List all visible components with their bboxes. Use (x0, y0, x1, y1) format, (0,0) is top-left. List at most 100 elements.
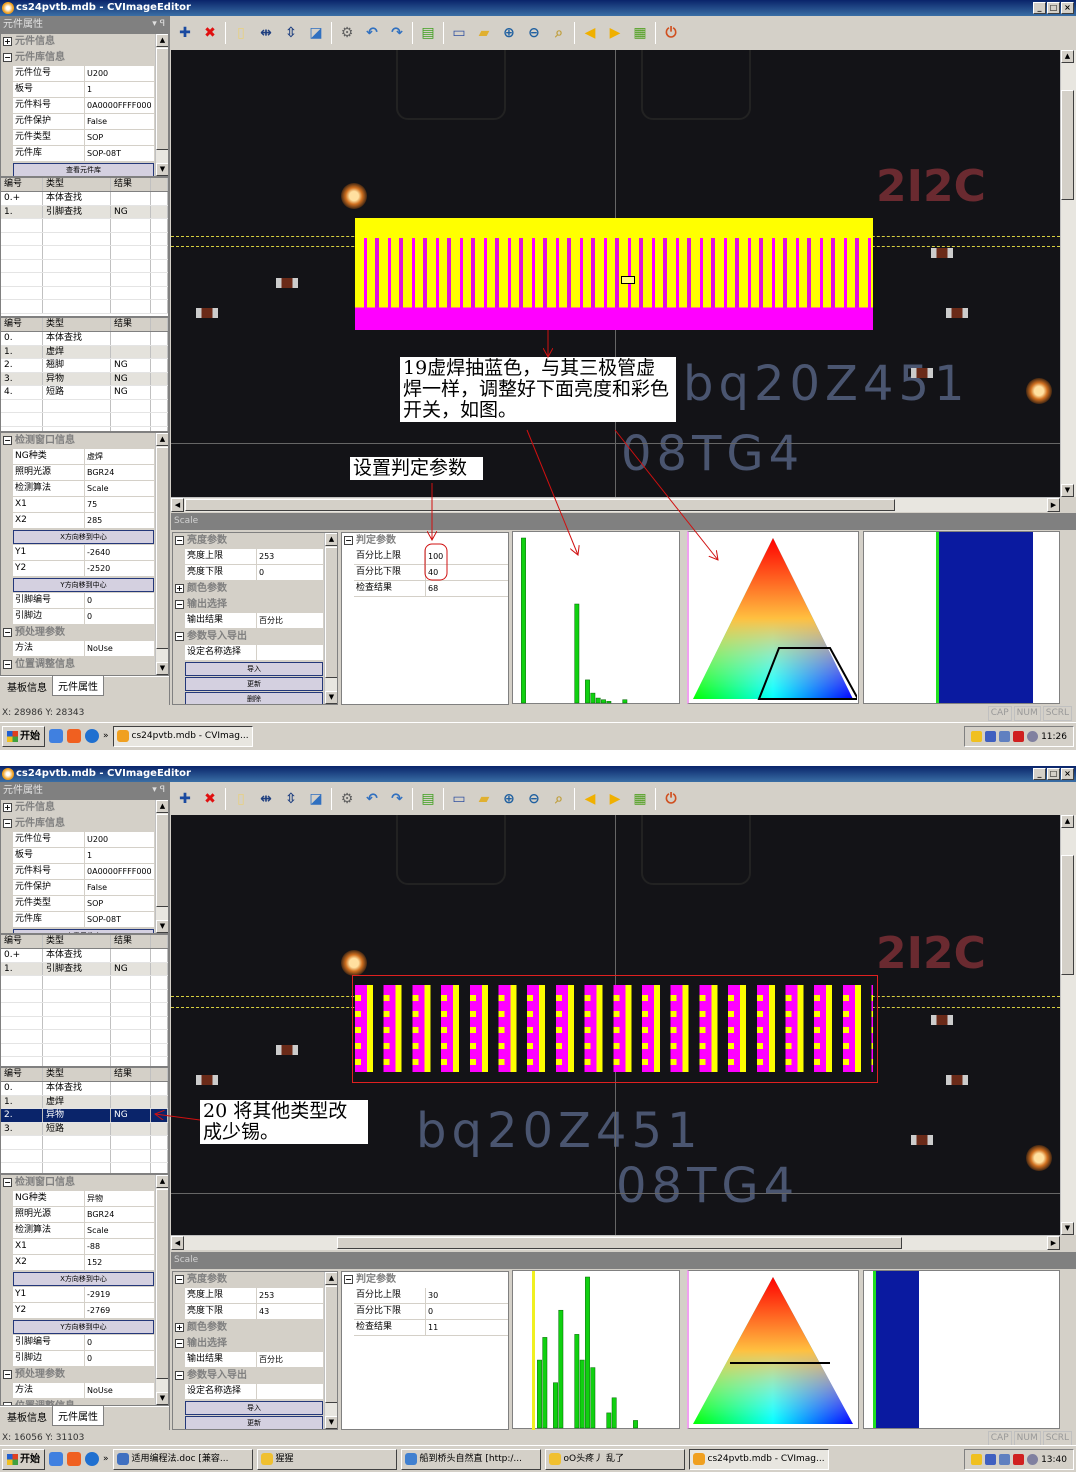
property-value[interactable]: 253 (257, 549, 323, 564)
column-header[interactable]: 结果 (111, 318, 151, 331)
start-button[interactable]: 开始 (2, 725, 45, 747)
scroll-down-arrow-icon[interactable]: ▼ (1061, 1222, 1074, 1235)
scroll-thumb[interactable] (337, 1237, 902, 1249)
property-row[interactable]: 板号 1 (13, 848, 154, 864)
undo-icon[interactable]: ↶ (362, 23, 382, 43)
list-item[interactable]: 1. 引脚查找 NG (1, 205, 168, 219)
preview-icon[interactable]: ⌕ (549, 789, 569, 809)
property-row[interactable]: 元件保护 False (13, 880, 154, 896)
minimize-button[interactable]: _ (1033, 2, 1046, 14)
property-category[interactable]: − 参数导入导出 (173, 629, 323, 645)
property-category[interactable]: + 颜色参数 (173, 581, 323, 597)
property-row[interactable]: 亮度上限 253 (185, 549, 323, 565)
zoom-in-icon[interactable]: ⊕ (499, 23, 519, 43)
book-icon[interactable]: ▤ (418, 23, 438, 43)
taskbar-button[interactable]: 猩猩 (256, 1448, 397, 1470)
close-button[interactable]: × (1061, 2, 1074, 14)
property-value[interactable]: 1 (85, 848, 154, 863)
list-item[interactable]: 0.+ 本体查找 (1, 949, 168, 963)
collapse-icon[interactable]: − (3, 53, 12, 62)
property-value[interactable]: 253 (257, 1288, 323, 1303)
expand-icon[interactable]: + (175, 1323, 184, 1332)
collapse-icon[interactable]: − (3, 628, 12, 637)
delete-icon[interactable]: ✖ (200, 789, 220, 809)
property-value[interactable]: 0 (85, 1335, 154, 1350)
property-row[interactable]: Y2 -2769 (13, 1303, 154, 1319)
property-row[interactable]: 输出结果 百分比 (185, 613, 323, 629)
property-row[interactable]: 输出结果 百分比 (185, 1352, 323, 1368)
preview-icon[interactable]: ⌕ (549, 23, 569, 43)
property-row[interactable]: 元件库 SOP-08T (13, 146, 154, 162)
property-row[interactable]: 照明光源 BGR24 (13, 465, 154, 481)
add-icon[interactable]: ✚ (175, 789, 195, 809)
book-icon[interactable]: ▤ (418, 789, 438, 809)
scroll-thumb[interactable] (1061, 855, 1074, 975)
open-file-icon[interactable]: ▯ (231, 23, 251, 43)
canvas-horizontal-scrollbar[interactable]: ◀ ▶ (171, 1235, 1060, 1250)
property-row[interactable]: NG种类 异物 (13, 1191, 154, 1207)
property-value[interactable]: 68 (426, 581, 508, 596)
property-value[interactable]: False (85, 880, 154, 895)
property-row[interactable]: 检查结果 68 (354, 581, 508, 597)
column-header[interactable]: 编号 (1, 318, 43, 331)
scroll-up-arrow-icon[interactable]: ▲ (156, 800, 168, 813)
taskbar-button[interactable]: cs24pvtb.mdb - CVImag... (688, 1448, 829, 1470)
column-header[interactable]: 编号 (1, 1068, 43, 1081)
canvas-horizontal-scrollbar[interactable]: ◀ ▶ (171, 497, 1060, 512)
property-row[interactable]: 元件位号 U200 (13, 66, 154, 82)
column-header[interactable]: 编号 (1, 178, 43, 191)
collapse-icon[interactable]: − (175, 1371, 184, 1380)
fit-height-icon[interactable]: ⇳ (281, 789, 301, 809)
property-value[interactable]: SOP-08T (85, 912, 154, 927)
ie-icon[interactable] (85, 1452, 99, 1466)
property-category[interactable]: + 元件信息 (1, 800, 154, 816)
zoom-out-icon[interactable]: ⊖ (524, 789, 544, 809)
property-row[interactable]: 元件类型 SOP (13, 896, 154, 912)
collapse-icon[interactable]: − (3, 436, 12, 445)
property-category[interactable]: −位置调整信息 (1, 657, 154, 673)
vertical-scrollbar[interactable]: ▲ ▼ (324, 533, 337, 704)
scroll-right-arrow-icon[interactable]: ▶ (1047, 1236, 1060, 1250)
property-value[interactable]: 30 (426, 1288, 508, 1303)
network-icon[interactable] (985, 731, 997, 742)
property-row[interactable]: 百分比上限 30 (354, 1288, 508, 1304)
property-row[interactable]: 板号 1 (13, 82, 154, 98)
property-value[interactable]: SOP (85, 896, 154, 911)
property-category[interactable]: − 检测窗口信息 (1, 433, 154, 449)
property-row[interactable]: 元件位号 U200 (13, 832, 154, 848)
property-value[interactable]: -2769 (85, 1303, 154, 1318)
property-value[interactable]: 0 (85, 609, 154, 624)
taskbar-button[interactable]: cs24pvtb.mdb - CVImag... (112, 725, 253, 747)
security-icon[interactable] (1027, 1454, 1039, 1465)
column-header[interactable]: 类型 (43, 318, 111, 331)
center-marker[interactable] (621, 276, 635, 284)
layers-icon[interactable]: ▦ (630, 23, 650, 43)
zoom-fit-icon[interactable]: ◪ (306, 23, 326, 43)
list-item[interactable]: 4. 短路 NG (1, 386, 168, 400)
property-value[interactable]: 0 (85, 593, 154, 608)
scroll-down-arrow-icon[interactable]: ▼ (156, 662, 168, 675)
property-value[interactable]: U200 (85, 66, 154, 81)
property-value[interactable]: 异物 (85, 1191, 154, 1206)
property-value[interactable]: 11 (426, 1320, 508, 1335)
property-value[interactable]: 虚焊 (85, 449, 154, 464)
scroll-down-arrow-icon[interactable]: ▼ (156, 920, 168, 933)
fit-width-icon[interactable]: ⇹ (256, 789, 276, 809)
vertical-scrollbar[interactable]: ▲ ▼ (155, 433, 168, 675)
more-quicklaunch-button[interactable]: » (103, 731, 109, 741)
property-value[interactable]: BGR24 (85, 465, 154, 480)
scroll-down-arrow-icon[interactable]: ▼ (325, 1416, 337, 1429)
property-category[interactable]: − 输出选择 (173, 1336, 323, 1352)
image-canvas[interactable]: bq20Z451 08TG4 2I2C 19虚焊抽蓝色，与其三极管虚焊一样，调整… (171, 50, 1060, 497)
collapse-icon[interactable]: − (3, 1370, 12, 1379)
property-row[interactable]: 元件库 SOP-08T (13, 912, 154, 928)
inspection-window-chip[interactable] (355, 218, 873, 330)
property-row[interactable]: 方法 NoUse (13, 641, 154, 657)
property-row[interactable]: X1 75 (13, 497, 154, 513)
property-category[interactable]: − 元件库信息 (1, 50, 154, 66)
property-value[interactable]: 43 (257, 1304, 323, 1319)
property-value[interactable]: 0A0000FFFF000 (85, 98, 154, 113)
x-center-button[interactable]: X方向移到中心 (13, 530, 154, 544)
collapse-icon[interactable]: − (175, 632, 184, 641)
fit-width-icon[interactable]: ⇹ (256, 23, 276, 43)
